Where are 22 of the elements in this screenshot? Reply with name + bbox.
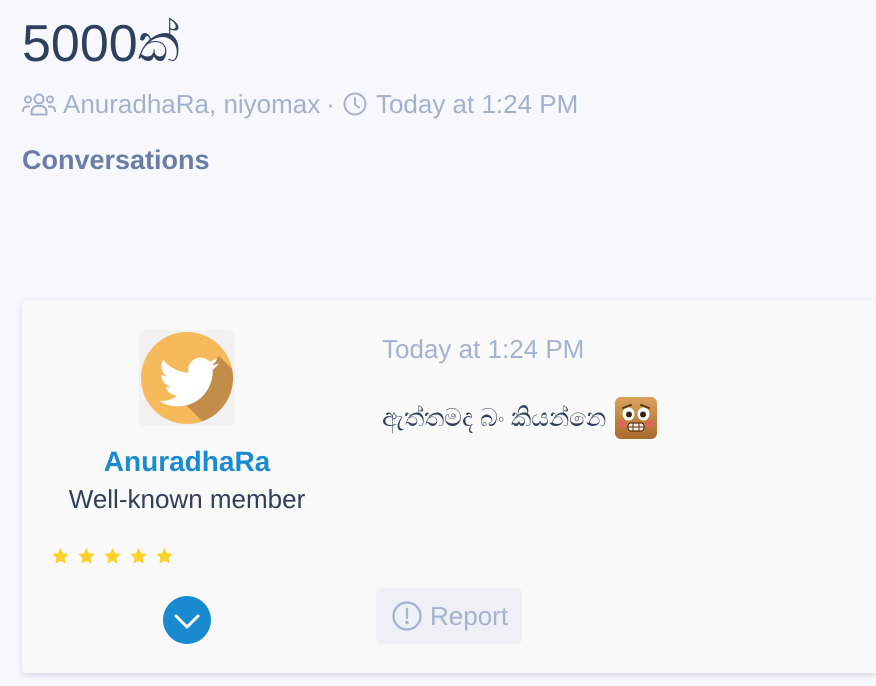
author-name[interactable]: AnuradhaRa	[104, 445, 270, 479]
star-icon	[156, 548, 173, 564]
member-title: Well-known member	[68, 483, 306, 515]
participants: AnuradhaRa, niyomax	[63, 88, 320, 120]
separator: ·	[326, 88, 335, 120]
users-icon	[22, 92, 56, 116]
thread-start-time: Today at 1:24 PM	[376, 88, 578, 120]
expand-button[interactable]	[163, 596, 211, 644]
star-icon	[52, 548, 69, 564]
clock-icon	[342, 92, 367, 116]
exclamation-circle-icon	[392, 601, 422, 631]
section-heading: Conversations	[22, 144, 210, 177]
report-button[interactable]: Report	[376, 588, 522, 644]
bird-avatar-icon	[139, 330, 235, 426]
star-icon	[104, 548, 121, 564]
star-icon	[130, 548, 147, 564]
message-time: Today at 1:24 PM	[382, 333, 584, 365]
chevron-down-icon	[174, 614, 200, 629]
worried-face-icon	[614, 397, 657, 439]
message-text: ඇත්තමද බං කියන්නෙ	[382, 403, 606, 435]
star-icon	[78, 548, 95, 564]
thread-title: 5000ක්	[22, 14, 180, 74]
